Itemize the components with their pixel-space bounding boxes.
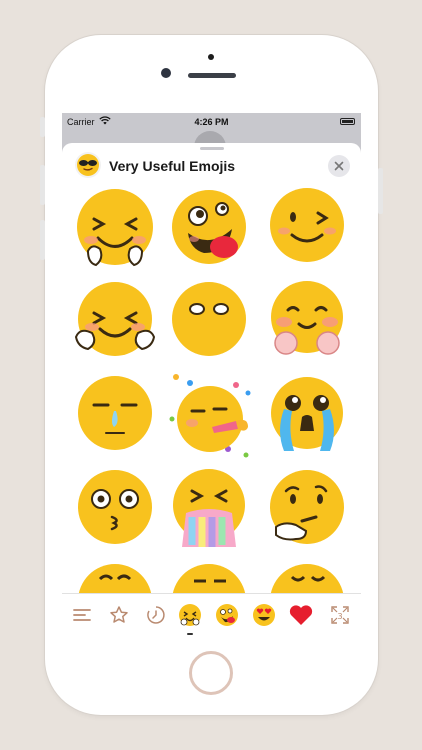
selected-tab-indicator (187, 633, 193, 635)
rainbow-vomit-sticker[interactable] (166, 465, 256, 557)
power-button (378, 168, 383, 214)
crazy-tongue-sticker[interactable] (166, 183, 256, 275)
sticker-grid (62, 183, 361, 638)
category-tab-heart[interactable] (286, 600, 316, 630)
winking-smile-sticker[interactable] (262, 183, 352, 275)
laughing-hands-sticker[interactable] (70, 277, 160, 369)
thinking-face-sticker[interactable] (262, 465, 352, 557)
crying-tears-sticker[interactable] (262, 371, 352, 463)
battery-icon (340, 118, 355, 125)
sticker-tab-bar: 3 (62, 593, 361, 638)
volume-up-button (40, 165, 45, 205)
category-squint-face (179, 604, 201, 626)
close-icon (334, 161, 344, 171)
category-tab-tongue[interactable] (212, 600, 242, 630)
category-tab-squint[interactable] (175, 600, 205, 630)
blank-face-sticker[interactable] (166, 277, 256, 369)
expand-badge: 3 (337, 612, 342, 621)
clock-time: 4:26 PM (194, 117, 229, 127)
party-blower-sticker[interactable] (166, 371, 256, 463)
sleepy-snot-sticker[interactable] (70, 371, 160, 463)
expand-icon: 3 (331, 606, 349, 624)
category-red-heart (289, 605, 313, 625)
earpiece-speaker (188, 73, 236, 78)
star-icon (110, 606, 128, 623)
home-button[interactable] (189, 651, 233, 695)
sheet-header: Very Useful Emojis (62, 149, 361, 181)
recent-tab[interactable] (141, 600, 171, 630)
sheet-title: Very Useful Emojis (109, 158, 236, 174)
close-button[interactable] (328, 155, 350, 177)
category-tab-heart-eyes[interactable] (249, 600, 279, 630)
recent-clock-icon (147, 606, 165, 624)
blushing-pompoms-sticker[interactable] (262, 277, 352, 369)
expand-button[interactable]: 3 (325, 600, 355, 630)
menu-button[interactable] (67, 600, 97, 630)
screen: Carrier 4:26 PM Very Useful Emojis 3 (62, 113, 361, 638)
category-heart-eyes-face (253, 604, 275, 626)
silent-switch (40, 117, 45, 137)
favorites-tab[interactable] (104, 600, 134, 630)
sticker-sheet: Very Useful Emojis 3 (62, 143, 361, 638)
grinning-squint-hands-sticker[interactable] (70, 183, 160, 275)
kissing-surprised-sticker[interactable] (70, 465, 160, 557)
status-bar: Carrier 4:26 PM (62, 113, 361, 131)
sunglasses-face-icon (75, 152, 101, 178)
front-camera (161, 68, 171, 78)
volume-down-button (40, 220, 45, 260)
proximity-sensor (208, 54, 214, 60)
category-tongue-face (216, 604, 238, 626)
menu-icon (73, 609, 91, 621)
